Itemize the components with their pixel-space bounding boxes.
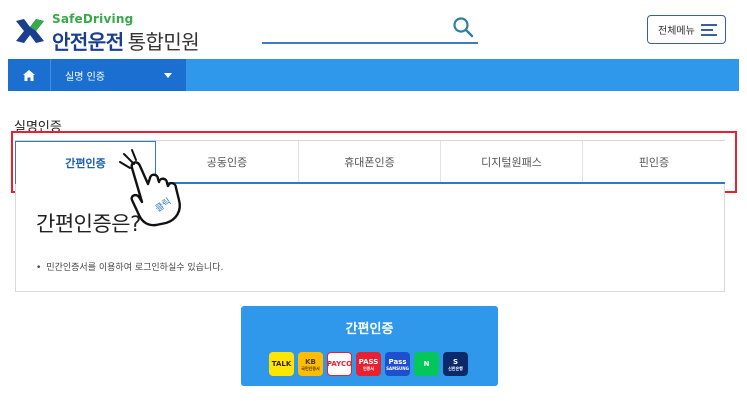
- pass-label: PASS: [358, 357, 379, 366]
- kb-label: KB: [305, 357, 316, 366]
- payco-icon: PAYCO: [327, 352, 352, 376]
- content-description: 민간인증서를 이용하여 로그인하실수 있습니다.: [36, 260, 223, 273]
- search-input[interactable]: [262, 16, 442, 40]
- hamburger-icon: [700, 23, 717, 36]
- tab-phone-auth[interactable]: 휴대폰인증: [299, 141, 441, 182]
- kb-icon: KB 국민인증서: [298, 352, 323, 376]
- home-button[interactable]: [8, 59, 50, 91]
- naver-label: N: [423, 360, 430, 368]
- logo-mark-icon: [16, 19, 44, 43]
- samsung-pass-label: Pass: [388, 357, 407, 366]
- header: SafeDriving 안전운전 통합민원 전체메뉴: [0, 0, 747, 60]
- logo-sub-label: 통합민원: [127, 30, 200, 54]
- logo-small-text: SafeDriving: [52, 12, 134, 26]
- payco-label: PAYCO: [327, 360, 352, 368]
- logo-main-label: 안전운전: [52, 30, 124, 54]
- simple-auth-button-label: 간편인증: [345, 322, 394, 337]
- pass-icon: PASS 인증서: [356, 352, 381, 376]
- hand-pointer-icon: 클릭: [119, 149, 181, 227]
- kb-sublabel: 국민인증서: [301, 365, 320, 371]
- full-menu-button[interactable]: 전체메뉴: [647, 15, 726, 44]
- breadcrumb-label: 실명 인증: [65, 71, 105, 83]
- nav-bar: 실명 인증: [8, 59, 739, 91]
- tab-digital-onepass[interactable]: 디지털원패스: [441, 141, 583, 182]
- shinhan-label: S: [452, 357, 459, 366]
- samsung-pass-sublabel: SAMSUNG: [386, 365, 409, 371]
- caret-down-icon: [164, 73, 172, 78]
- breadcrumb-dropdown[interactable]: 실명 인증: [50, 59, 186, 91]
- home-icon: [23, 69, 35, 81]
- naver-icon: N: [414, 352, 439, 376]
- full-menu-label: 전체메뉴: [658, 26, 695, 37]
- search-icon[interactable]: [452, 16, 474, 38]
- site-logo[interactable]: SafeDriving 안전운전 통합민원: [14, 12, 204, 55]
- search-bar: [262, 12, 478, 44]
- samsung-pass-icon: Pass SAMSUNG: [385, 352, 410, 376]
- pass-sublabel: 인증서: [362, 365, 375, 371]
- shinhan-icon: S 신한은행: [443, 352, 468, 376]
- simple-auth-button[interactable]: 간편인증 TALK KB 국민인증서 PAYCO PASS 인증서 Pass SAMSUNG N…: [241, 306, 498, 386]
- logo-main-text: 안전운전 통합민원: [52, 26, 200, 55]
- kakao-talk-label: TALK: [271, 360, 292, 368]
- shinhan-sublabel: 신한은행: [448, 365, 463, 371]
- provider-icons: TALK KB 국민인증서 PAYCO PASS 인증서 Pass SAMSUNG N S 신한은행: [269, 352, 471, 376]
- kakao-talk-icon: TALK: [269, 352, 294, 376]
- tab-pin-auth[interactable]: 핀인증: [583, 141, 725, 182]
